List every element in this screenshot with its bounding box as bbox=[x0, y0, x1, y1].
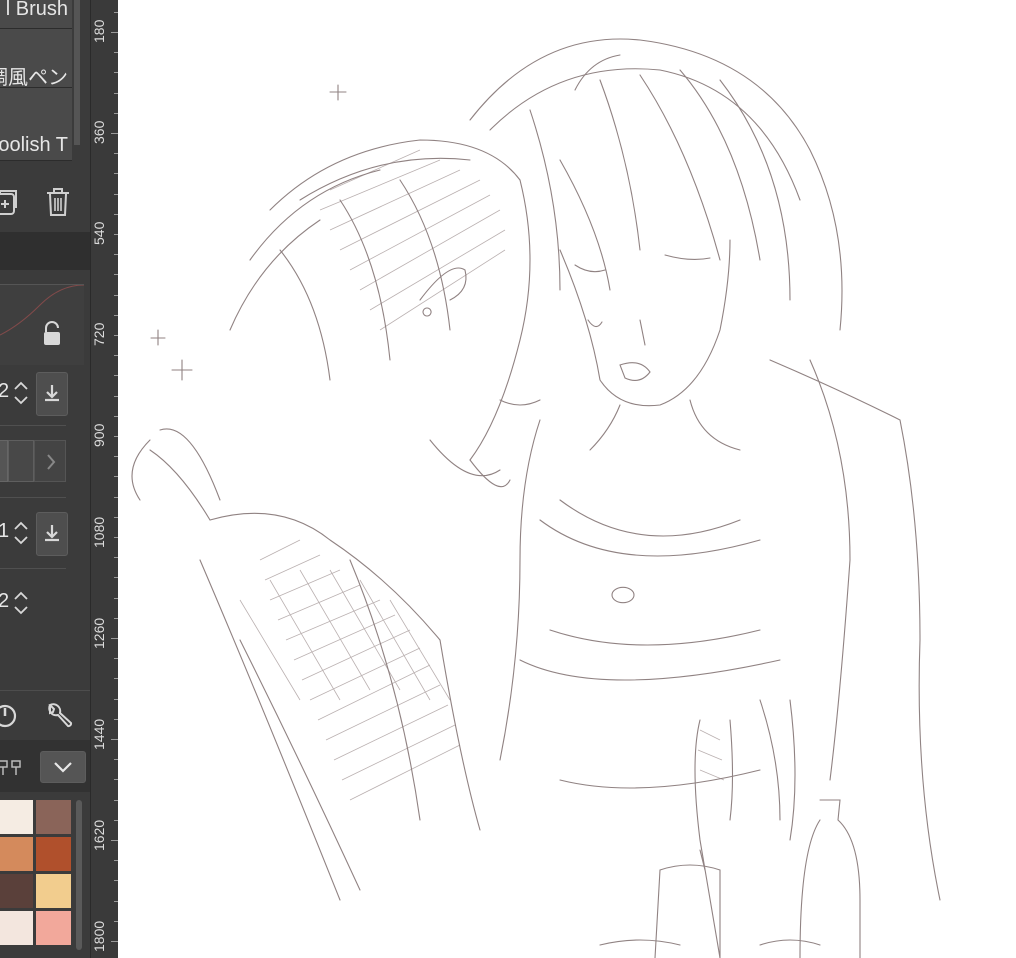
ruler-label: 900 bbox=[91, 423, 107, 447]
segment-2[interactable] bbox=[8, 440, 34, 482]
palette-scrollbar[interactable] bbox=[76, 800, 82, 950]
segment-1[interactable] bbox=[0, 440, 8, 482]
brush-item-3[interactable]: oolish T bbox=[0, 88, 72, 161]
ruler-label: 180 bbox=[91, 19, 107, 43]
chevron-right-icon bbox=[47, 454, 56, 470]
add-subtool-icon[interactable] bbox=[0, 188, 20, 218]
property-value[interactable]: 2 bbox=[0, 380, 9, 403]
property-value[interactable]: 2 bbox=[0, 590, 9, 613]
divider bbox=[0, 497, 66, 498]
tool-property-panel: l Brush 調風ペン oolish T bbox=[0, 0, 90, 958]
download-icon bbox=[45, 525, 59, 542]
property-value[interactable]: 1 bbox=[0, 520, 9, 543]
download-button[interactable] bbox=[36, 512, 68, 556]
divider bbox=[0, 425, 66, 426]
color-swatch[interactable] bbox=[0, 837, 33, 871]
palette-header bbox=[0, 740, 90, 792]
color-swatch[interactable] bbox=[36, 874, 71, 908]
spinner-icon[interactable] bbox=[12, 518, 30, 548]
palette-menu-button[interactable] bbox=[40, 751, 86, 783]
wrench-icon[interactable] bbox=[44, 701, 74, 731]
color-swatch[interactable] bbox=[0, 874, 33, 908]
brush-item-label: l Brush bbox=[5, 0, 68, 20]
spinner-icon[interactable] bbox=[12, 378, 30, 408]
brush-item-1[interactable]: l Brush bbox=[0, 0, 72, 29]
ruler-label: 1800 bbox=[91, 920, 107, 952]
lock-icon[interactable] bbox=[40, 321, 64, 347]
panel-header bbox=[0, 232, 90, 270]
spinner-icon[interactable] bbox=[12, 588, 30, 618]
brush-size-preview bbox=[0, 284, 85, 365]
brush-item-2[interactable]: 調風ペン bbox=[0, 29, 72, 88]
ruler-label: 720 bbox=[91, 322, 107, 346]
download-button[interactable] bbox=[36, 372, 68, 416]
brush-item-label: oolish T bbox=[0, 134, 68, 156]
ruler-label: 1620 bbox=[91, 819, 107, 851]
ruler-label: 1440 bbox=[91, 718, 107, 750]
ruler-label: 1260 bbox=[91, 617, 107, 649]
color-swatch[interactable] bbox=[0, 911, 33, 945]
brush-item-label: 調風ペン bbox=[0, 67, 68, 88]
download-icon bbox=[45, 385, 59, 402]
ruler-label: 360 bbox=[91, 120, 107, 144]
brush-list-scrollbar[interactable] bbox=[74, 0, 80, 145]
divider bbox=[0, 568, 66, 569]
layer-tree-icon[interactable] bbox=[0, 758, 24, 778]
segment-3[interactable] bbox=[34, 440, 66, 482]
color-swatch[interactable] bbox=[36, 800, 71, 834]
color-swatch[interactable] bbox=[0, 800, 33, 834]
ruler-label: 1080 bbox=[91, 516, 107, 548]
sketch-drawing bbox=[131, 38, 941, 958]
drawing-canvas[interactable] bbox=[118, 0, 1016, 958]
color-swatch[interactable] bbox=[36, 911, 71, 945]
trash-icon[interactable] bbox=[44, 186, 72, 218]
property-toolbar bbox=[0, 690, 90, 739]
chevron-down-icon bbox=[54, 762, 72, 773]
dial-icon[interactable] bbox=[0, 703, 18, 729]
vertical-ruler: 180 360 540 720 900 1080 1260 1440 1620 1800 bbox=[90, 0, 119, 958]
color-swatch[interactable] bbox=[36, 837, 71, 871]
ruler-label: 540 bbox=[91, 221, 107, 245]
